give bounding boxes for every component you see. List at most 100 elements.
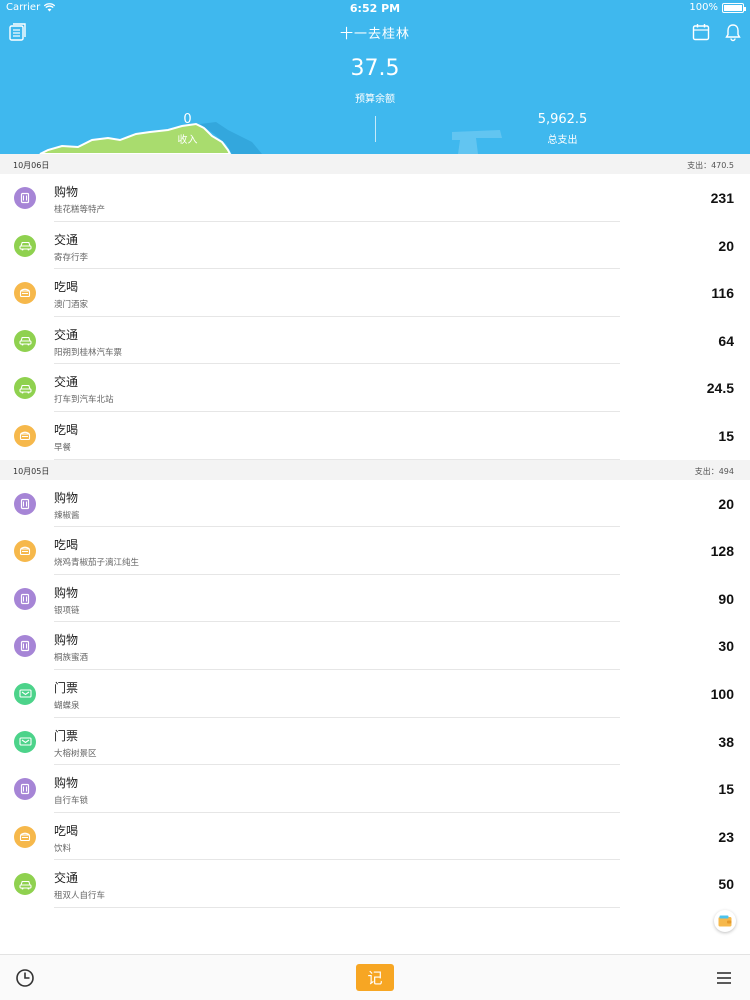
bell-icon[interactable] xyxy=(723,22,743,42)
expense-row[interactable]: 交通 打车到汽车北站 24.5 xyxy=(0,364,750,412)
food-box-icon xyxy=(14,282,36,305)
row-category: 购物 xyxy=(54,490,79,505)
status-right: 100% xyxy=(689,2,746,13)
expense-row[interactable]: 交通租双人自行车 50 xyxy=(0,860,750,908)
row-category: 购物 xyxy=(54,776,79,791)
expense-row[interactable]: 交通寄存行李 20 xyxy=(0,221,750,270)
shopping-bag-icon xyxy=(14,778,36,801)
expense-row[interactable]: 吃喝饮料 23 xyxy=(0,812,750,861)
row-amount: 231 xyxy=(710,190,734,206)
food-box-icon xyxy=(14,825,36,848)
row-note: 桐族蜜酒 xyxy=(54,653,89,664)
section-header: 10月05日 支出：494 xyxy=(0,459,750,480)
row-category: 购物 xyxy=(54,585,79,600)
expense-row[interactable]: 购物辣椒酱 20 xyxy=(0,479,750,528)
row-amount: 100 xyxy=(710,685,734,702)
expense-row[interactable]: 交通 阳朔到桂林汽车票 64 xyxy=(0,316,750,365)
row-note: 桂花糕等特产 xyxy=(54,205,106,215)
bottom-bar: 记 xyxy=(0,954,750,1000)
header: Carrier 6:52 PM 100% 十一去桂林 37.5 预算余额 0 收… xyxy=(0,0,750,154)
row-amount: 38 xyxy=(718,733,734,750)
row-note: 银项链 xyxy=(54,605,80,616)
row-amount: 15 xyxy=(718,781,734,798)
section-spent: 支出：470.5 xyxy=(687,161,734,170)
row-note: 辣椒酱 xyxy=(54,510,80,521)
shopping-bag-icon xyxy=(14,187,36,209)
expense-row[interactable]: 门票蝴蝶泉 100 xyxy=(0,669,750,718)
row-amount: 50 xyxy=(718,876,734,893)
summary-bar: 0 收入 5,962.5 总支出 xyxy=(0,112,750,152)
shopping-bag-icon xyxy=(14,492,36,515)
expense-row[interactable]: 吃喝早餐 15 xyxy=(0,411,750,460)
row-note: 烧鸡青椒茄子漓江纯生 xyxy=(54,558,140,569)
wallet-icon xyxy=(718,915,732,927)
menu-icon[interactable] xyxy=(715,969,733,987)
car-icon xyxy=(14,377,36,400)
car-icon xyxy=(14,234,36,257)
battery-icon xyxy=(722,2,746,13)
row-amount: 90 xyxy=(718,590,734,607)
row-amount: 64 xyxy=(718,332,734,349)
page-title: 十一去桂林 xyxy=(339,27,410,42)
row-amount: 20 xyxy=(718,495,734,512)
expense-row[interactable]: 购物自行车锁 15 xyxy=(0,765,750,813)
row-note: 澳门酒家 xyxy=(54,300,89,311)
income-label: 收入 xyxy=(177,135,198,146)
expense-row[interactable]: 吃喝 澳门酒家 116 xyxy=(0,269,750,317)
row-category: 吃喝 xyxy=(54,538,79,553)
row-category: 交通 xyxy=(54,871,79,886)
budget-balance-label: 预算余额 xyxy=(355,94,395,105)
expense-row[interactable]: 购物桂花糕等特产 231 xyxy=(0,174,750,222)
row-note: 早餐 xyxy=(54,442,72,453)
row-category: 购物 xyxy=(54,633,79,648)
row-amount: 24.5 xyxy=(706,380,734,397)
budget-balance: 37.5 xyxy=(350,56,400,81)
row-note: 饮料 xyxy=(54,843,72,854)
clock: 6:52 PM xyxy=(349,2,401,15)
expense-row[interactable]: 购物桐族蜜酒 30 xyxy=(0,622,750,670)
shopping-bag-icon xyxy=(14,587,36,610)
section-date: 10月06日 xyxy=(13,161,50,170)
row-category: 吃喝 xyxy=(54,422,79,437)
section-date: 10月05日 xyxy=(13,466,50,476)
row-category: 吃喝 xyxy=(54,823,79,838)
row-divider xyxy=(54,906,620,908)
row-note: 自行车锁 xyxy=(54,796,89,807)
row-amount: 128 xyxy=(710,543,734,560)
expense-list: 10月06日 支出：470.5 购物 桂花糕等特产 231 交通 寄存行李 20 吃喝 澳门酒家 1… xyxy=(0,154,750,908)
expense-row[interactable]: 购物银项链 90 xyxy=(0,574,750,623)
row-amount: 30 xyxy=(718,638,734,655)
food-box-icon xyxy=(14,540,36,563)
ticket-icon xyxy=(14,730,36,753)
row-amount: 20 xyxy=(718,237,734,254)
food-box-icon xyxy=(14,424,36,447)
row-category: 购物 xyxy=(54,185,79,199)
wallet-button[interactable] xyxy=(714,910,736,932)
expense-value: 5,962.5 xyxy=(537,112,588,127)
calendar-icon[interactable] xyxy=(691,22,711,42)
row-category: 门票 xyxy=(54,680,79,695)
row-note: 蝴蝶泉 xyxy=(54,700,80,711)
row-category: 交通 xyxy=(54,375,79,390)
expense-summary[interactable]: 5,962.5 总支出 xyxy=(375,112,750,146)
battery-percent: 100% xyxy=(689,2,718,13)
row-category: 吃喝 xyxy=(54,280,79,295)
row-amount: 23 xyxy=(718,828,734,845)
income-value: 0 xyxy=(183,112,192,127)
income-summary[interactable]: 0 收入 xyxy=(0,112,375,146)
row-note: 租双人自行车 xyxy=(54,891,106,902)
row-category: 门票 xyxy=(54,728,79,743)
row-note: 寄存行李 xyxy=(54,252,89,263)
section-header: 10月06日 支出：470.5 xyxy=(0,154,750,174)
expense-row[interactable]: 门票大榕树景区 38 xyxy=(0,717,750,766)
expense-label: 总支出 xyxy=(547,135,578,146)
chart-clock-icon[interactable] xyxy=(15,968,35,988)
status-bar: Carrier 6:52 PM 100% xyxy=(0,0,750,16)
row-category: 交通 xyxy=(54,232,79,247)
section-spent: 支出：494 xyxy=(694,466,734,476)
row-amount: 15 xyxy=(718,427,734,444)
record-button[interactable]: 记 xyxy=(356,964,394,991)
car-icon xyxy=(14,329,36,352)
row-note: 大榕树景区 xyxy=(54,748,97,759)
expense-row[interactable]: 吃喝烧鸡青椒茄子漓江纯生 128 xyxy=(0,527,750,575)
